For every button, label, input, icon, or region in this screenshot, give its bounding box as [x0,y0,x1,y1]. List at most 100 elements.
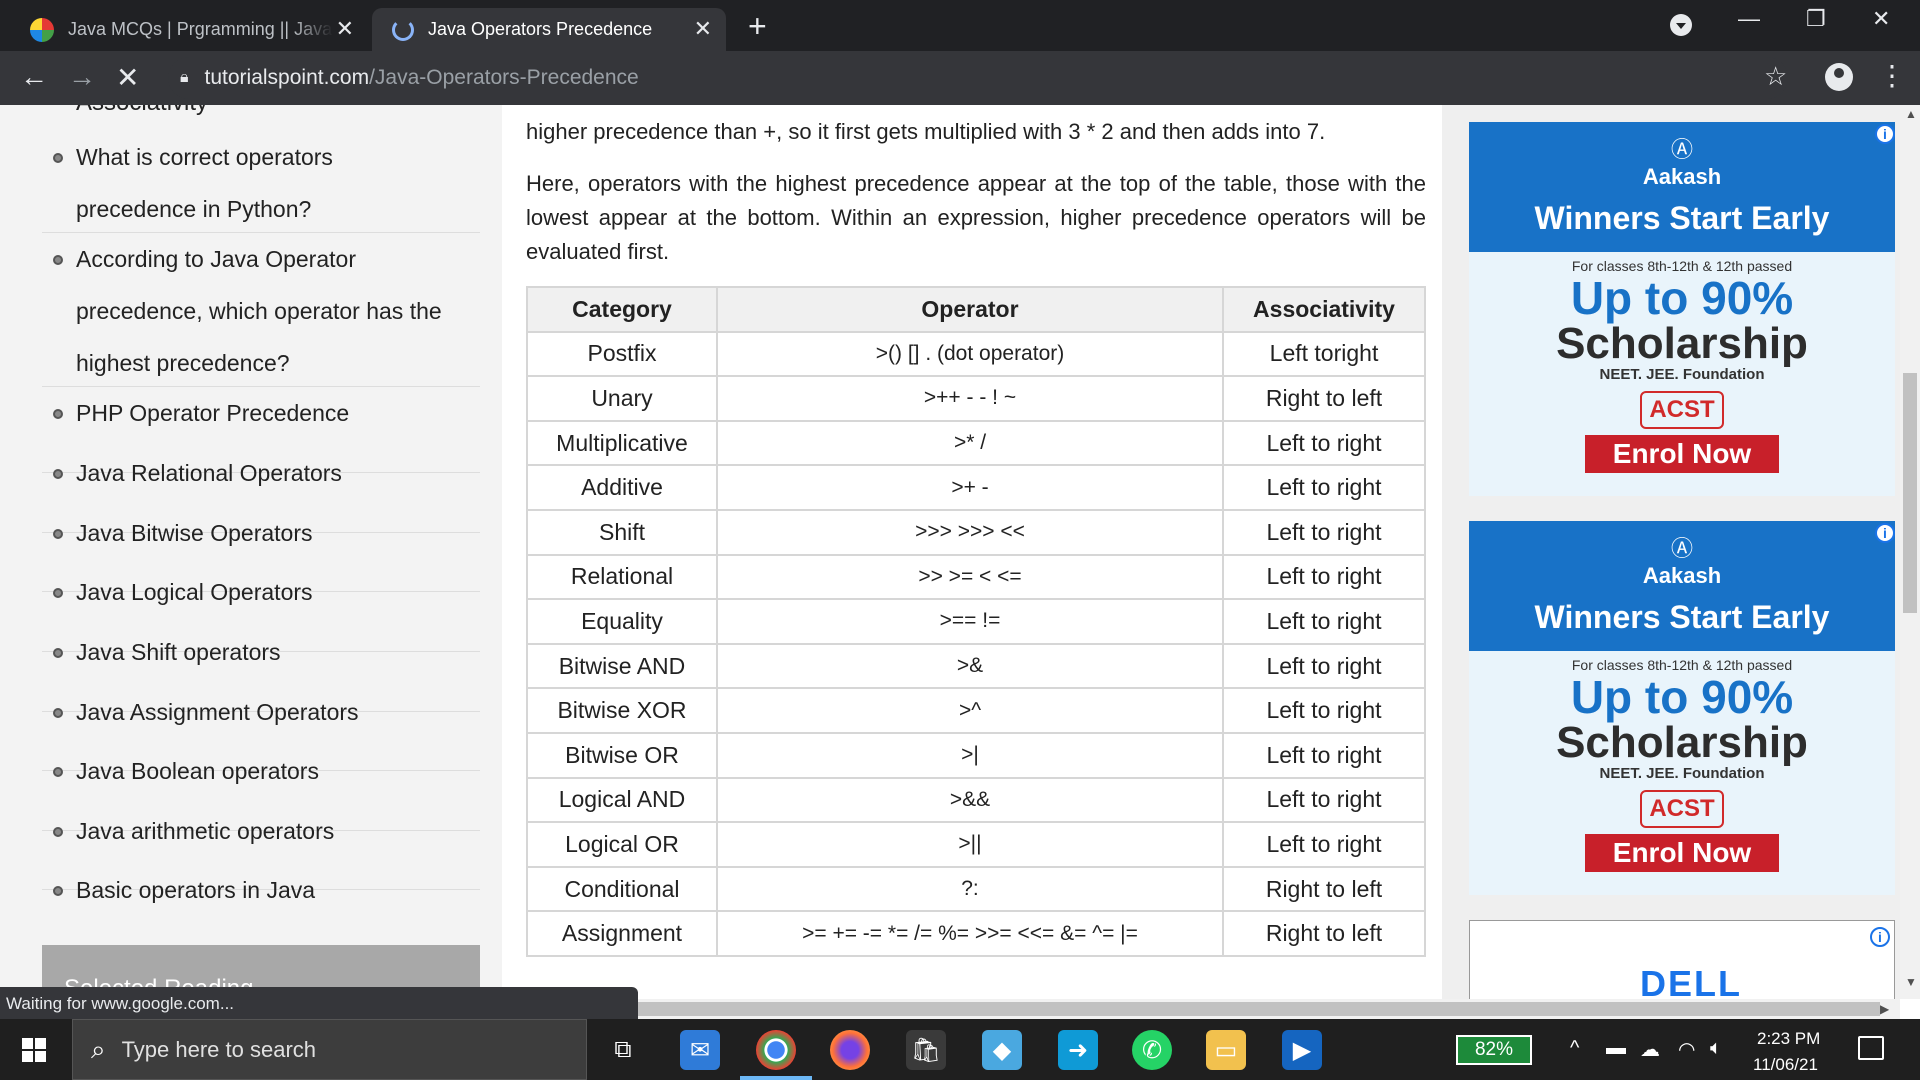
url-path: /Java-Operators-Precedence [369,66,639,89]
scroll-up-icon[interactable]: ▲ [1905,107,1917,121]
ad-info-icon[interactable]: i [1870,927,1890,947]
associativity-cell: Right to left [1222,865,1426,913]
task-view-icon[interactable]: ⧉ [603,1030,643,1070]
aakash-ad-banner[interactable]: Ⓐ Aakash Winners Start Early For classes… [1469,521,1895,895]
category-cell: Additive [526,464,718,511]
tab-title: Java MCQs | Prgramming || Java Programmi… [68,19,333,39]
minimize-icon[interactable]: — [1738,6,1760,32]
precedence-table: Category Operator Associativity Postfix >… [526,286,1426,957]
vertical-scroll-thumb[interactable] [1903,373,1917,613]
kebab-menu-icon[interactable]: ⋮ [1878,59,1906,92]
ad-headline-2: Scholarship [1556,718,1808,767]
chrome-icon[interactable] [756,1030,796,1070]
tab-java-mcqs[interactable]: Java MCQs | Prgramming || Java Programmi… [10,8,368,51]
associativity-cell: Left to right [1222,464,1426,511]
forward-arrow-icon[interactable]: → [68,61,96,93]
new-tab-button[interactable]: + [748,8,767,44]
battery-indicator[interactable]: 82% [1456,1035,1532,1065]
sidebar-link[interactable]: Java Assignment Operators [76,686,456,738]
table-row: Logical AND >&& Left to right [526,776,1426,824]
close-window-icon[interactable]: ✕ [1872,6,1890,32]
onedrive-cloud-icon[interactable]: ☁ [1640,1037,1660,1062]
acst-logo: ACST [1640,790,1724,828]
close-tab-icon[interactable]: ✕ [336,16,354,42]
horizontal-scroll-thumb[interactable] [630,1002,1880,1016]
sidebar-link[interactable]: According to Java Operator precedence, w… [76,233,456,389]
restore-icon[interactable]: ❐ [1806,6,1826,32]
vertical-scrollbar[interactable]: ▲ ▼ [1900,105,1920,999]
clock-time[interactable]: 2:23 PM [1757,1029,1820,1049]
table-row: Conditional?: Right to left [526,865,1426,913]
sidebar-item[interactable]: What is correct operators precedence in … [42,131,480,233]
ad-exams: NEET. JEE. Foundation [1599,366,1765,383]
wifi-icon[interactable]: ◠ [1678,1037,1695,1062]
category-cell: Relational [526,553,718,601]
table-row: Relational >> >= < <= Left to right [526,553,1426,601]
bullet-icon [53,708,63,718]
acst-logo: ACST [1640,391,1724,429]
store-icon[interactable]: 🛍︎ [906,1030,946,1070]
bullet-icon [53,409,63,419]
ad-info-icon[interactable]: i [1875,124,1895,144]
bullet-icon [53,648,63,658]
sidebar-link[interactable]: Java Shift operators [76,626,456,678]
sidebar-partial-item[interactable]: Associativity [76,105,208,117]
category-cell: Shift [526,508,718,556]
lock-icon[interactable]: 🔒︎ [180,69,189,87]
search-icon: ⌕ [91,1033,106,1064]
ad-headline: Up to 90% [1570,272,1794,324]
whatsapp-icon[interactable]: ✆ [1132,1030,1172,1070]
volume-icon[interactable]: 🔈︎ [1710,1037,1722,1060]
scroll-down-icon[interactable]: ▼ [1905,975,1917,989]
tab-java-operators-precedence[interactable]: Java Operators Precedence ✕ [372,8,726,51]
operator-cell: >|| [716,821,1224,868]
chevron-up-icon[interactable]: ^ [1570,1037,1579,1060]
category-cell: Logical AND [526,776,718,824]
sidebar-link[interactable]: Java arithmetic operators [76,805,456,857]
enrol-now-button[interactable]: Enrol Now [1585,834,1779,872]
associativity-cell: Right to left [1222,375,1426,422]
ad-brand: Aakash [1642,164,1722,189]
mail-icon[interactable]: ✉ [680,1030,720,1070]
account-icon[interactable] [1825,63,1853,91]
ad-info-icon[interactable]: i [1875,523,1895,543]
back-arrow-icon[interactable]: ← [20,61,48,93]
sidebar-link[interactable]: Basic operators in Java [76,864,456,916]
tab-search-icon[interactable] [1670,14,1692,36]
dell-ad-banner[interactable]: i DELL [1469,920,1895,999]
ad-headline: Up to 90% [1570,671,1794,723]
bookmark-star-icon[interactable]: ☆ [1764,61,1787,92]
sidebar-item[interactable]: According to Java Operator precedence, w… [42,233,480,387]
sidebar-item[interactable]: Basic operators in Java [42,877,480,945]
clock-date[interactable]: 11/06/21 [1753,1055,1818,1075]
aakash-logo-icon: Ⓐ [1670,137,1693,162]
main-content: higher precedence than +, so it first ge… [502,105,1442,999]
media-player-icon[interactable]: ▶ [1282,1030,1322,1070]
windows-start-icon[interactable] [22,1038,46,1062]
taskbar-search-box[interactable]: ⌕ Type here to search [72,1019,587,1080]
sidebar-link[interactable]: PHP Operator Precedence [76,387,456,439]
file-explorer-icon[interactable]: ▭ [1206,1030,1246,1070]
search-placeholder: Type here to search [121,1036,317,1062]
operator-cell: >& [716,642,1224,690]
operator-cell: >++ - - ! ~ [716,375,1224,422]
ad-header: Ⓐ Aakash Winners Start Early [1469,521,1895,651]
tab-title: Java Operators Precedence [428,19,653,39]
sidebar-link[interactable]: Java Relational Operators [76,447,456,499]
firefox-icon[interactable] [830,1030,870,1070]
send-app-icon[interactable]: ➜ [1058,1030,1098,1070]
enrol-now-button[interactable]: Enrol Now [1585,435,1779,473]
sidebar-link[interactable]: Java Bitwise Operators [76,507,456,559]
sidebar-link[interactable]: Java Logical Operators [76,566,456,618]
stop-loading-icon[interactable]: ✕ [116,61,139,94]
app-cube-icon[interactable]: ◆ [982,1030,1022,1070]
sidebar-link[interactable]: What is correct operators precedence in … [76,131,456,235]
operator-cell: >+ - [716,464,1224,511]
notification-icon[interactable] [1858,1036,1884,1060]
address-bar[interactable]: 🔒︎ tutorialspoint.com /Java-Operators-Pr… [168,57,1788,99]
battery-icon[interactable]: ▬ [1606,1037,1626,1060]
scroll-right-icon[interactable]: ▶ [1880,1002,1889,1016]
close-tab-icon[interactable]: ✕ [694,16,712,42]
aakash-ad-banner[interactable]: Ⓐ Aakash Winners Start Early For classes… [1469,122,1895,496]
sidebar-link[interactable]: Java Boolean operators [76,745,456,797]
